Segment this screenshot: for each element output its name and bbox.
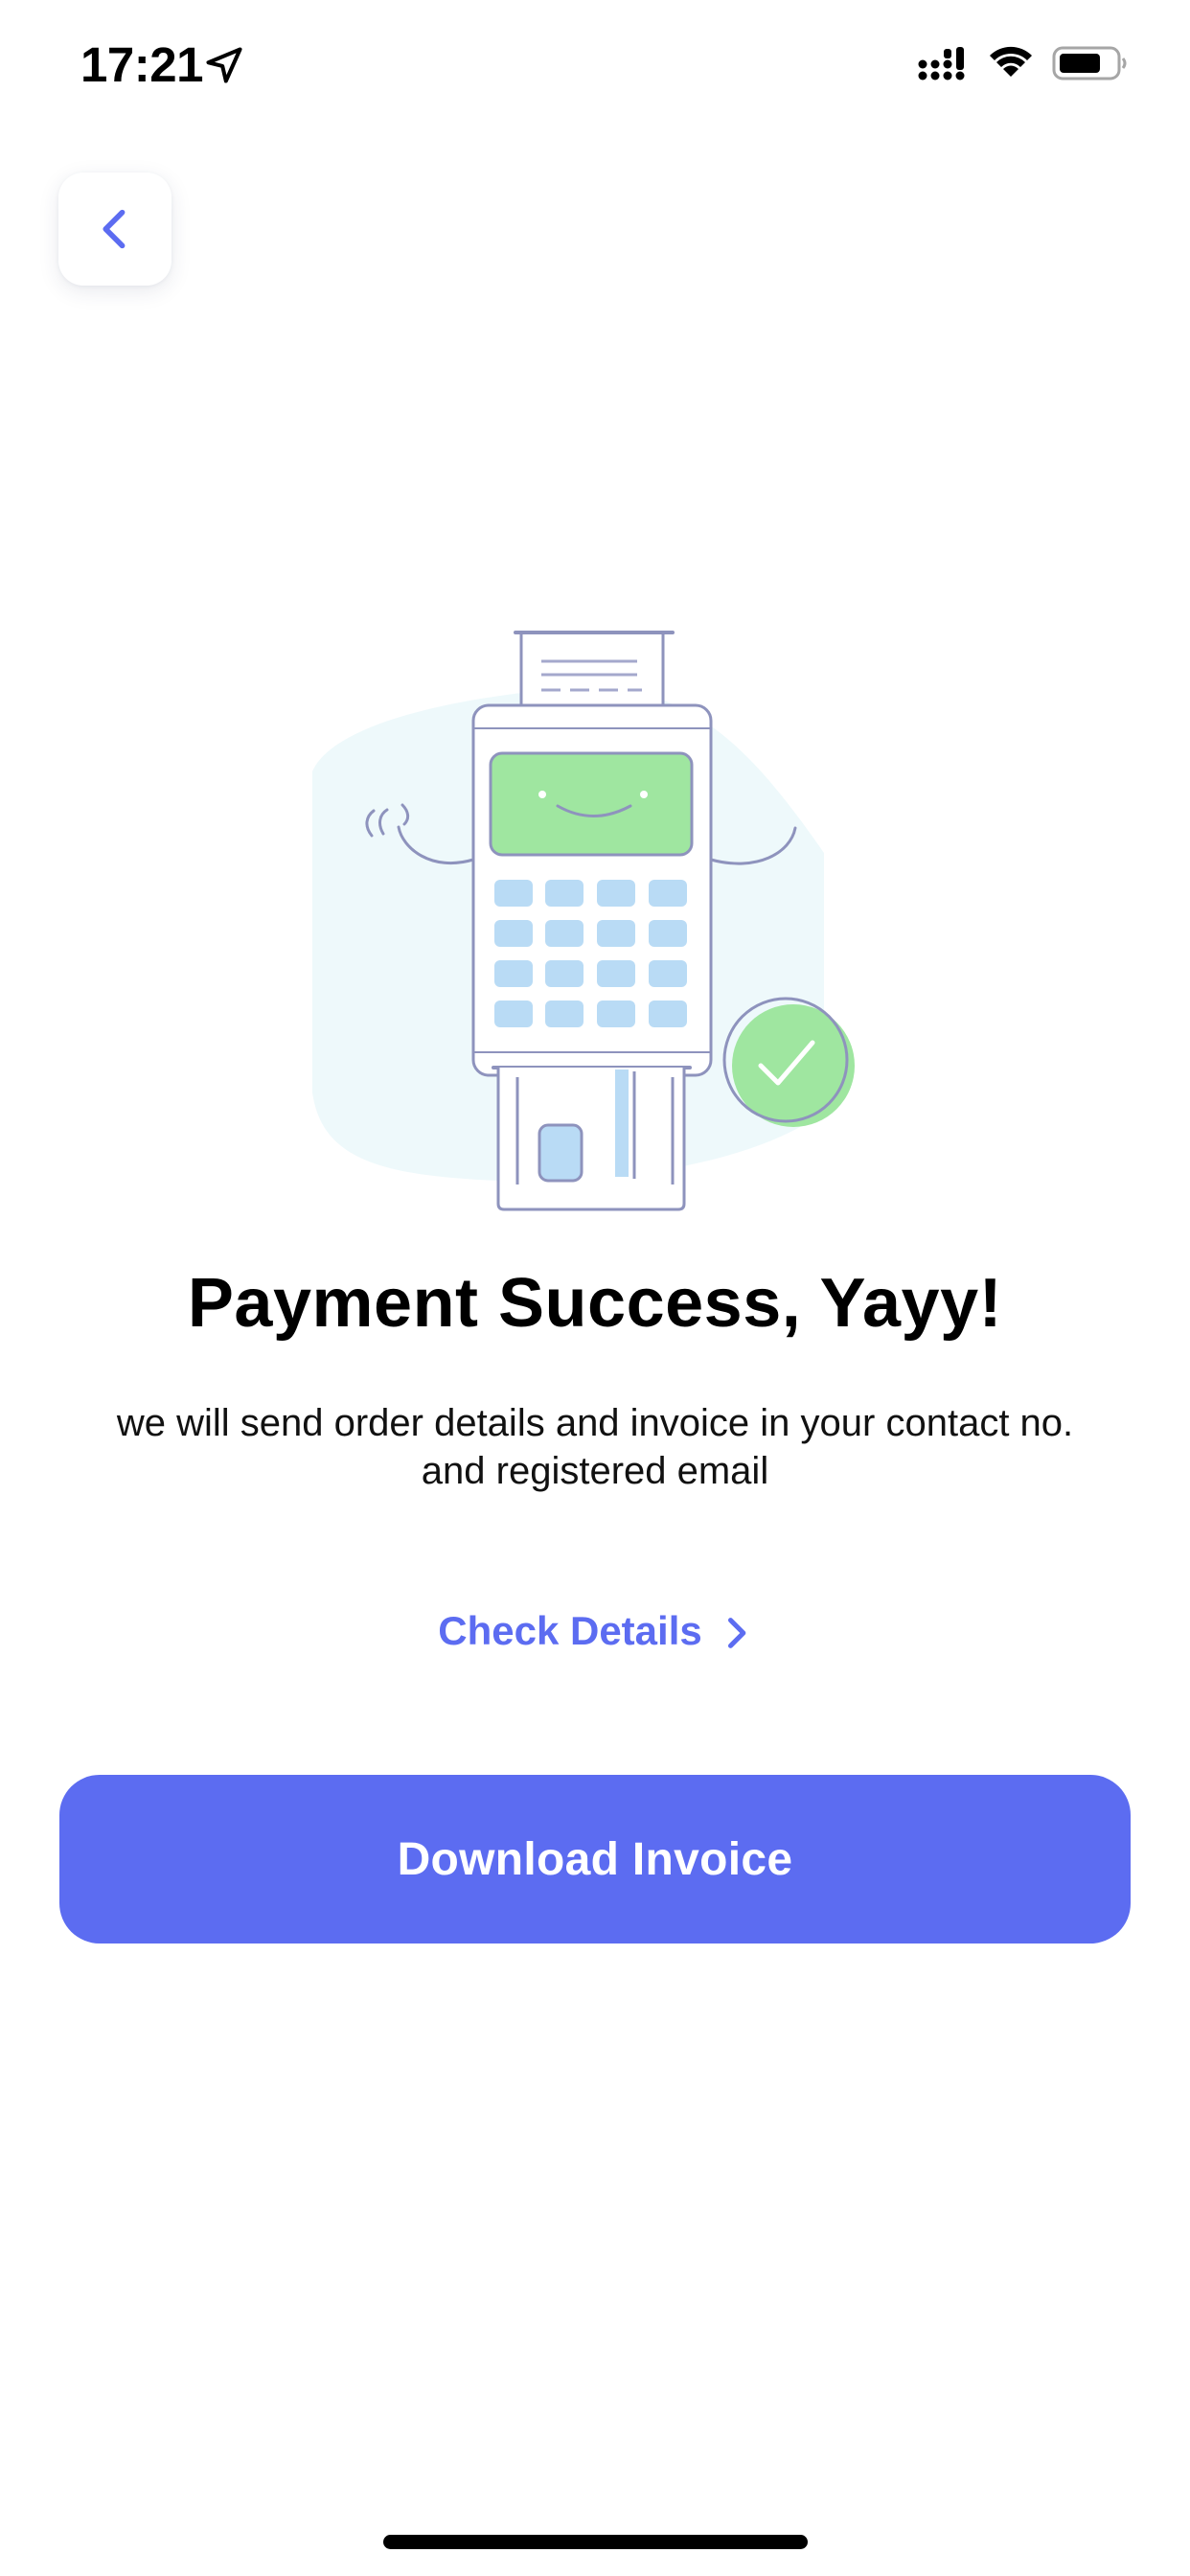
credit-card-icon: [496, 1068, 686, 1211]
chevron-right-icon: [727, 1618, 746, 1648]
success-message-line-1: we will send order details and invoice i…: [116, 1402, 1074, 1444]
payment-terminal-illustration: [312, 631, 855, 1211]
back-button[interactable]: [58, 172, 172, 286]
page-title: Payment Success, Yayy!: [187, 1265, 1003, 1342]
wifi-icon: [990, 46, 1032, 77]
home-indicator[interactable]: [383, 2535, 808, 2549]
terminal-screen: [489, 751, 694, 857]
location-arrow-icon: [206, 47, 242, 83]
check-details-link[interactable]: Check Details: [0, 1602, 1190, 1660]
download-invoice-button[interactable]: Download Invoice: [59, 1775, 1131, 1944]
status-bar: 17:21: [0, 0, 1190, 134]
chevron-left-icon: [103, 209, 126, 249]
cellular-signal-icon: [918, 47, 965, 80]
success-message-line-2: and registered email: [421, 1450, 769, 1492]
battery-icon: [1052, 46, 1127, 80]
check-details-label: Check Details: [438, 1608, 702, 1653]
success-message: we will send order details and invoice i…: [67, 1399, 1123, 1495]
status-time: 17:21: [80, 37, 203, 92]
download-invoice-label: Download Invoice: [397, 1833, 793, 1885]
